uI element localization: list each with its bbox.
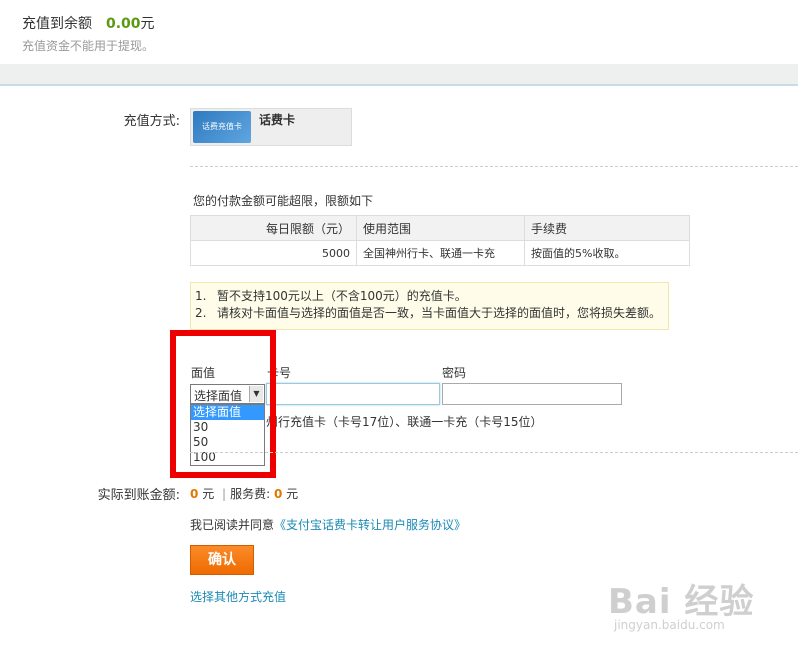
- agreement-link[interactable]: 《支付宝话费卡转让用户服务协议》: [274, 518, 466, 532]
- phone-card-method-option[interactable]: 话费充值卡 话费卡: [190, 108, 352, 146]
- service-fee-unit: 元: [286, 487, 299, 501]
- actual-amount-unit: 元: [202, 487, 215, 501]
- agreement-prefix: 我已阅读并同意: [190, 518, 275, 532]
- service-fee-value: 0: [273, 487, 283, 501]
- balance-title: 充值到余额 0.00元: [22, 13, 155, 33]
- list-item: 2. 请核对卡面值与选择的面值是否一致，当卡面值大于选择的面值时，您将损失差额。: [195, 306, 662, 320]
- method-label: 充值方式:: [123, 114, 180, 129]
- actual-amount-label: 实际到账金额:: [97, 488, 180, 503]
- balance-subtitle: 充值资金不能用于提现。: [22, 39, 155, 53]
- dashed-divider: [190, 166, 798, 167]
- baidu-watermark: Bai 经验 jingyan.baidu.com: [608, 560, 788, 640]
- separator: |: [222, 487, 227, 501]
- limits-header-daily: 每日限额（元）: [190, 215, 357, 241]
- limits-daily-value: 5000: [190, 240, 357, 266]
- password-input[interactable]: [442, 383, 622, 405]
- table-row: 5000 全国神州行卡、联通一卡充 按面值的5%收取。: [190, 240, 690, 266]
- limits-fee-value: 按面值的5%收取。: [524, 240, 690, 266]
- highlight-box: [170, 330, 276, 478]
- balance-amount: 0.00: [106, 16, 141, 32]
- actual-amount-value: 0: [190, 487, 199, 501]
- limits-header-row: 每日限额（元） 使用范围 手续费: [190, 215, 690, 241]
- phone-card-name: 话费卡: [259, 113, 296, 127]
- service-fee-label: 服务费:: [230, 487, 271, 501]
- limits-header-fee: 手续费: [524, 215, 690, 241]
- header-divider-band: [0, 64, 798, 86]
- card-number-hint: 州行充值卡（卡号17位）、联通一卡充（卡号15位）: [266, 415, 543, 429]
- dashed-divider: [190, 452, 798, 453]
- watermark-url: jingyan.baidu.com: [614, 618, 725, 632]
- limits-scope-value: 全国神州行卡、联通一卡充: [356, 240, 525, 266]
- list-item: 1. 暂不支持100元以上（不含100元）的充值卡。: [195, 289, 467, 303]
- other-method-link[interactable]: 选择其他方式充值: [190, 588, 286, 605]
- balance-title-text: 充值到余额: [22, 16, 92, 32]
- phone-card-thumbnail: 话费充值卡: [193, 111, 251, 143]
- notice-box: 1. 暂不支持100元以上（不含100元）的充值卡。 2. 请核对卡面值与选择的面值…: [190, 282, 669, 330]
- confirm-button[interactable]: 确认: [190, 545, 254, 575]
- limits-table: 每日限额（元） 使用范围 手续费 5000 全国神州行卡、联通一卡充 按面值的5…: [190, 215, 690, 266]
- watermark-logo: Bai 经验: [608, 582, 755, 622]
- agreement-text: 我已阅读并同意《支付宝话费卡转让用户服务协议》: [190, 516, 466, 533]
- password-label: 密码: [442, 366, 467, 380]
- balance-unit: 元: [140, 16, 155, 32]
- limit-title: 您的付款金额可能超限，限额如下: [193, 194, 374, 208]
- actual-amount: 0 元 | 服务费: 0 元: [190, 485, 298, 502]
- limits-header-scope: 使用范围: [356, 215, 525, 241]
- card-number-input[interactable]: [266, 383, 440, 405]
